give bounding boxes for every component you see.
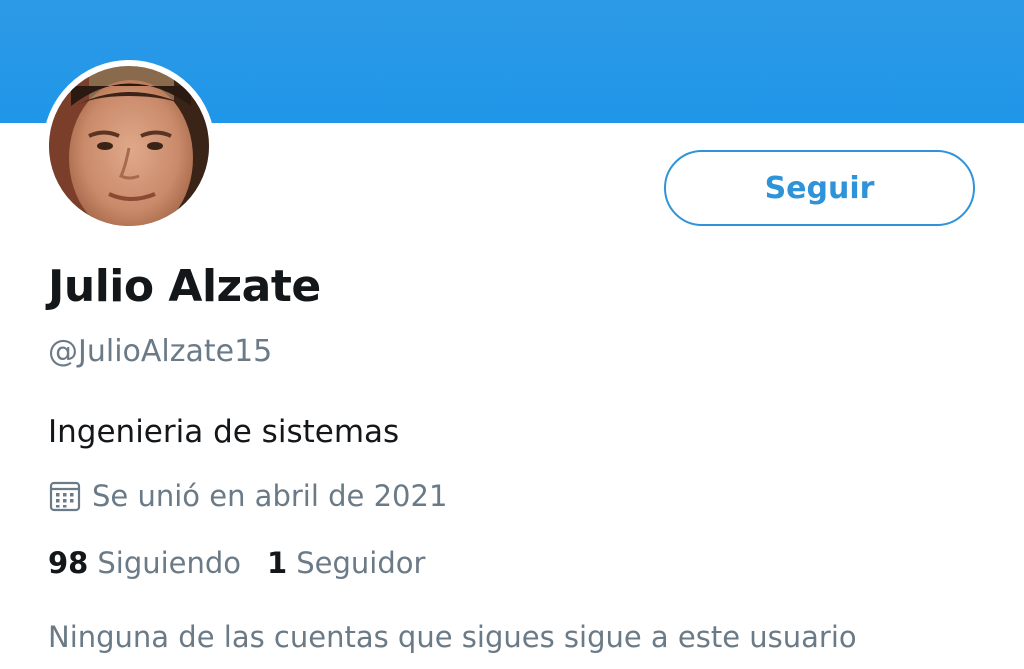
following-label: Siguiendo xyxy=(97,546,242,580)
following-link[interactable]: 98 Siguiendo xyxy=(48,546,241,580)
following-count: 98 xyxy=(48,546,89,580)
join-date-text: Se unió en abril de 2021 xyxy=(92,479,448,513)
avatar[interactable] xyxy=(43,60,215,232)
follow-stats: 98 Siguiendo 1 Seguidor xyxy=(48,546,451,580)
display-name: Julio Alzate xyxy=(48,261,321,312)
username-handle: @JulioAlzate15 xyxy=(48,334,273,369)
calendar-icon xyxy=(49,481,81,512)
mutual-followers-note: Ninguna de las cuentas que sigues sigue … xyxy=(48,620,857,654)
follow-button[interactable]: Seguir xyxy=(664,150,975,226)
profile-bio: Ingenieria de sistemas xyxy=(48,414,400,450)
profile-photo xyxy=(49,66,209,226)
join-date: Se unió en abril de 2021 xyxy=(48,476,447,516)
followers-link[interactable]: 1 Seguidor xyxy=(267,546,425,580)
followers-count: 1 xyxy=(267,546,288,580)
followers-label: Seguidor xyxy=(296,546,426,580)
